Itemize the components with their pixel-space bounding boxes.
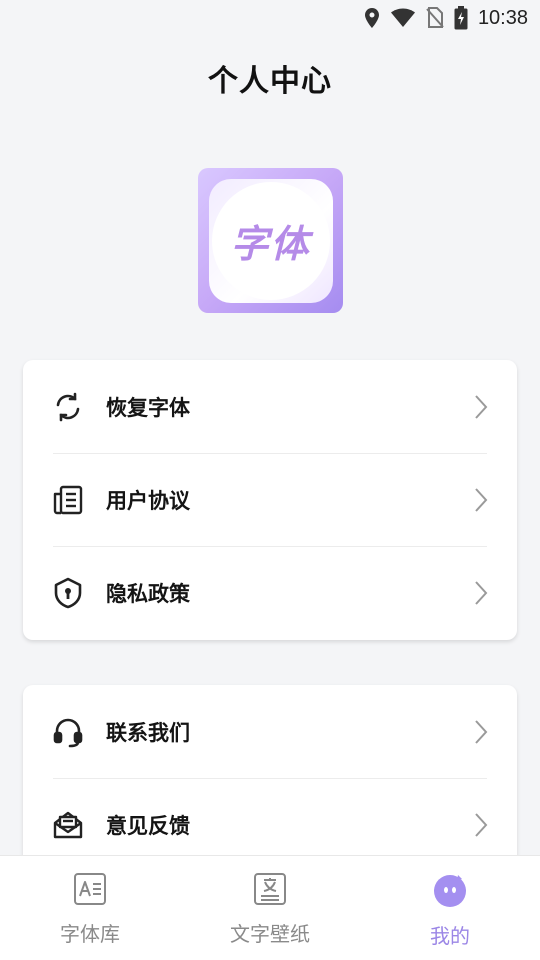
shield-icon bbox=[51, 576, 85, 610]
menu-item-label: 意见反馈 bbox=[106, 813, 190, 838]
logo-inner: 字体 bbox=[208, 178, 333, 303]
menu-item-privacy-policy[interactable]: 隐私政策 bbox=[23, 546, 517, 639]
chevron-right-icon bbox=[473, 487, 489, 513]
chevron-right-icon bbox=[473, 580, 489, 606]
tab-mine[interactable]: 我的 bbox=[360, 856, 540, 960]
menu-item-contact-us[interactable]: 联系我们 bbox=[23, 685, 517, 778]
app-logo: 字体 bbox=[198, 168, 343, 313]
logo-text: 字体 bbox=[211, 181, 330, 300]
menu-item-label: 恢复字体 bbox=[106, 395, 190, 420]
menu-item-user-agreement[interactable]: 用户协议 bbox=[23, 453, 517, 546]
refresh-icon bbox=[51, 390, 85, 424]
page-title: 个人中心 bbox=[208, 64, 332, 99]
document-icon bbox=[51, 483, 85, 517]
menu-item-restore-font[interactable]: 恢复字体 bbox=[23, 360, 517, 453]
chevron-right-icon bbox=[473, 719, 489, 745]
wifi-icon bbox=[390, 8, 416, 28]
clock: 10:38 bbox=[477, 6, 528, 29]
profile-face-icon bbox=[432, 872, 468, 912]
battery-charging-icon bbox=[454, 6, 468, 30]
chevron-right-icon bbox=[473, 812, 489, 838]
mail-icon bbox=[51, 808, 85, 842]
menu-item-label: 联系我们 bbox=[106, 720, 190, 745]
tab-text-wallpaper[interactable]: 文字壁纸 bbox=[180, 856, 360, 960]
font-library-icon bbox=[73, 872, 107, 910]
menu-item-label: 隐私政策 bbox=[106, 581, 190, 606]
bottom-tab-bar: 字体库 文字壁纸 我的 bbox=[0, 855, 540, 960]
text-wallpaper-icon bbox=[253, 872, 287, 910]
chevron-right-icon bbox=[473, 394, 489, 420]
tab-label: 我的 bbox=[430, 924, 470, 948]
status-bar: 10:38 bbox=[0, 0, 540, 36]
location-icon bbox=[364, 7, 380, 29]
tab-label: 文字壁纸 bbox=[230, 922, 310, 946]
tab-font-library[interactable]: 字体库 bbox=[0, 856, 180, 960]
menu-item-label: 用户协议 bbox=[106, 488, 190, 513]
menu-card-primary: 恢复字体 用户协议 隐私政策 bbox=[23, 360, 517, 640]
tab-label: 字体库 bbox=[60, 922, 120, 946]
no-sim-icon bbox=[426, 7, 444, 29]
headset-icon bbox=[51, 715, 85, 749]
